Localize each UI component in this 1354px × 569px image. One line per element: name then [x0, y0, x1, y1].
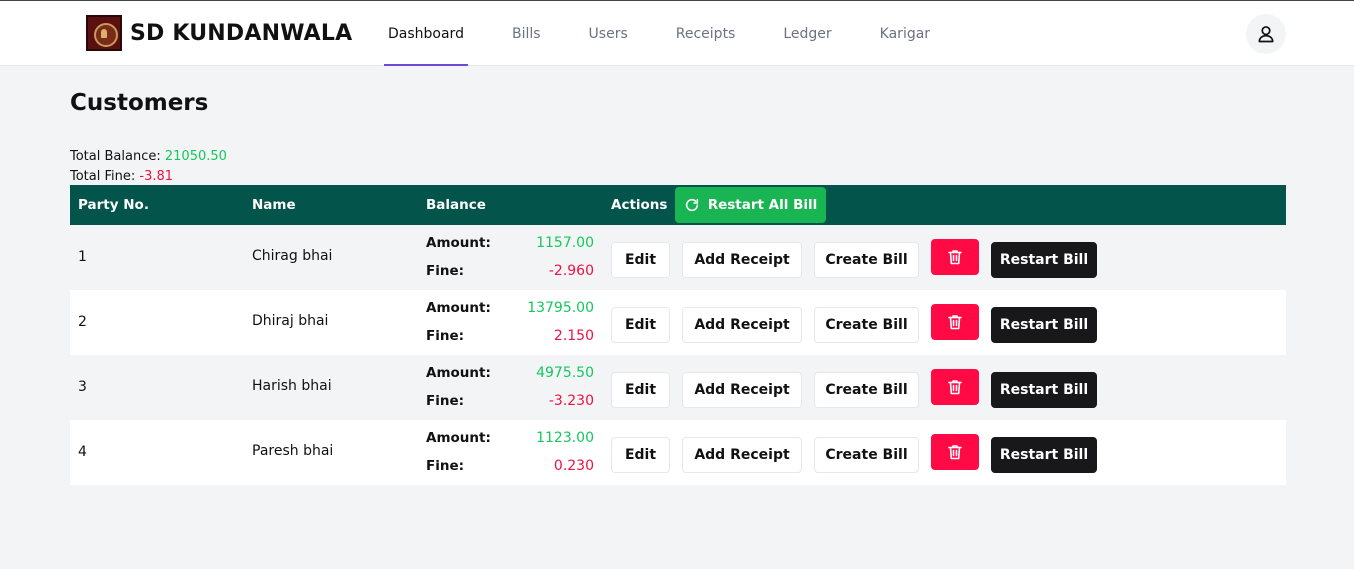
nav-receipts[interactable]: Receipts: [672, 1, 740, 66]
profile-button[interactable]: [1246, 14, 1286, 54]
party-number: 3: [78, 379, 87, 395]
add-receipt-button[interactable]: Add Receipt: [682, 437, 802, 473]
total-fine-label: Total Fine:: [70, 169, 136, 184]
refresh-icon: [685, 198, 698, 212]
nav-ledger[interactable]: Ledger: [779, 1, 835, 66]
total-fine-value: -3.81: [139, 169, 174, 184]
page-title: Customers: [70, 90, 209, 116]
table-header: Party No. Name Balance Actions Restart A…: [70, 185, 1286, 225]
brand-logo: [86, 15, 122, 51]
add-receipt-button[interactable]: Add Receipt: [682, 242, 802, 278]
delete-button[interactable]: [931, 434, 979, 470]
total-balance-label: Total Balance:: [70, 149, 161, 164]
restart-bill-button[interactable]: Restart Bill: [991, 307, 1097, 343]
top-navbar: SD KUNDANWALA Dashboard Bills Users Rece…: [0, 0, 1354, 66]
fine-label: Fine:: [426, 458, 465, 474]
total-balance: Total Balance: 21050.50: [70, 147, 227, 167]
table-row: 4 Paresh bhai Amount: 1123.00 Fine: 0.23…: [70, 420, 1286, 485]
edit-button[interactable]: Edit: [611, 307, 670, 343]
fine-label: Fine:: [426, 393, 465, 409]
amount-value: 1123.00: [536, 430, 594, 446]
amount-value: 1157.00: [536, 235, 594, 251]
trash-icon: [948, 445, 962, 460]
fine-value: -2.960: [548, 263, 594, 279]
fine-label: Fine:: [426, 263, 465, 279]
column-party-no: Party No.: [78, 197, 149, 213]
trash-icon: [948, 250, 962, 265]
trash-icon: [948, 315, 962, 330]
party-number: 1: [78, 249, 87, 265]
delete-button[interactable]: [931, 304, 979, 340]
fine-value: -3.230: [548, 393, 594, 409]
total-fine: Total Fine: -3.81: [70, 167, 227, 187]
amount-label: Amount:: [426, 300, 491, 316]
delete-button[interactable]: [931, 239, 979, 275]
amount-label: Amount:: [426, 235, 491, 251]
nav-users[interactable]: Users: [585, 1, 632, 66]
amount-value: 4975.50: [536, 365, 594, 381]
edit-button[interactable]: Edit: [611, 437, 670, 473]
restart-all-bill-button[interactable]: Restart All Bill: [675, 187, 826, 223]
fine-value: 0.230: [553, 458, 594, 474]
nav-karigar[interactable]: Karigar: [876, 1, 934, 66]
create-bill-button[interactable]: Create Bill: [814, 307, 919, 343]
main-nav: Dashboard Bills Users Receipts Ledger Ka…: [384, 1, 974, 67]
customer-name: Paresh bhai: [252, 443, 334, 459]
table-row: 2 Dhiraj bhai Amount: 13795.00 Fine: 2.1…: [70, 290, 1286, 355]
create-bill-button[interactable]: Create Bill: [814, 242, 919, 278]
column-actions: Actions: [611, 197, 668, 213]
restart-bill-button[interactable]: Restart Bill: [991, 242, 1097, 278]
total-balance-value: 21050.50: [164, 149, 227, 164]
nav-bills[interactable]: Bills: [508, 1, 545, 66]
party-number: 4: [78, 444, 87, 460]
customer-name: Dhiraj bhai: [252, 313, 329, 329]
nav-dashboard[interactable]: Dashboard: [384, 1, 468, 66]
column-balance: Balance: [426, 197, 486, 213]
create-bill-button[interactable]: Create Bill: [814, 372, 919, 408]
customer-name: Chirag bhai: [252, 248, 333, 264]
totals-summary: Total Balance: 21050.50 Total Fine: -3.8…: [70, 147, 227, 187]
edit-button[interactable]: Edit: [611, 372, 670, 408]
amount-label: Amount:: [426, 365, 491, 381]
user-icon: [1258, 26, 1274, 43]
create-bill-button[interactable]: Create Bill: [814, 437, 919, 473]
party-number: 2: [78, 314, 87, 330]
add-receipt-button[interactable]: Add Receipt: [682, 307, 802, 343]
edit-button[interactable]: Edit: [611, 242, 670, 278]
restart-all-bill-label: Restart All Bill: [707, 197, 818, 213]
amount-label: Amount:: [426, 430, 491, 446]
table-row: 1 Chirag bhai Amount: 1157.00 Fine: -2.9…: [70, 225, 1286, 290]
trash-icon: [948, 380, 962, 395]
column-name: Name: [252, 197, 296, 213]
customers-table: Party No. Name Balance Actions Restart A…: [70, 185, 1286, 485]
add-receipt-button[interactable]: Add Receipt: [682, 372, 802, 408]
brand[interactable]: SD KUNDANWALA: [86, 15, 352, 51]
table-row: 3 Harish bhai Amount: 4975.50 Fine: -3.2…: [70, 355, 1286, 420]
delete-button[interactable]: [931, 369, 979, 405]
fine-value: 2.150: [553, 328, 594, 344]
amount-value: 13795.00: [527, 300, 594, 316]
customer-name: Harish bhai: [252, 378, 332, 394]
restart-bill-button[interactable]: Restart Bill: [991, 437, 1097, 473]
brand-name: SD KUNDANWALA: [130, 20, 353, 46]
restart-bill-button[interactable]: Restart Bill: [991, 372, 1097, 408]
fine-label: Fine:: [426, 328, 465, 344]
